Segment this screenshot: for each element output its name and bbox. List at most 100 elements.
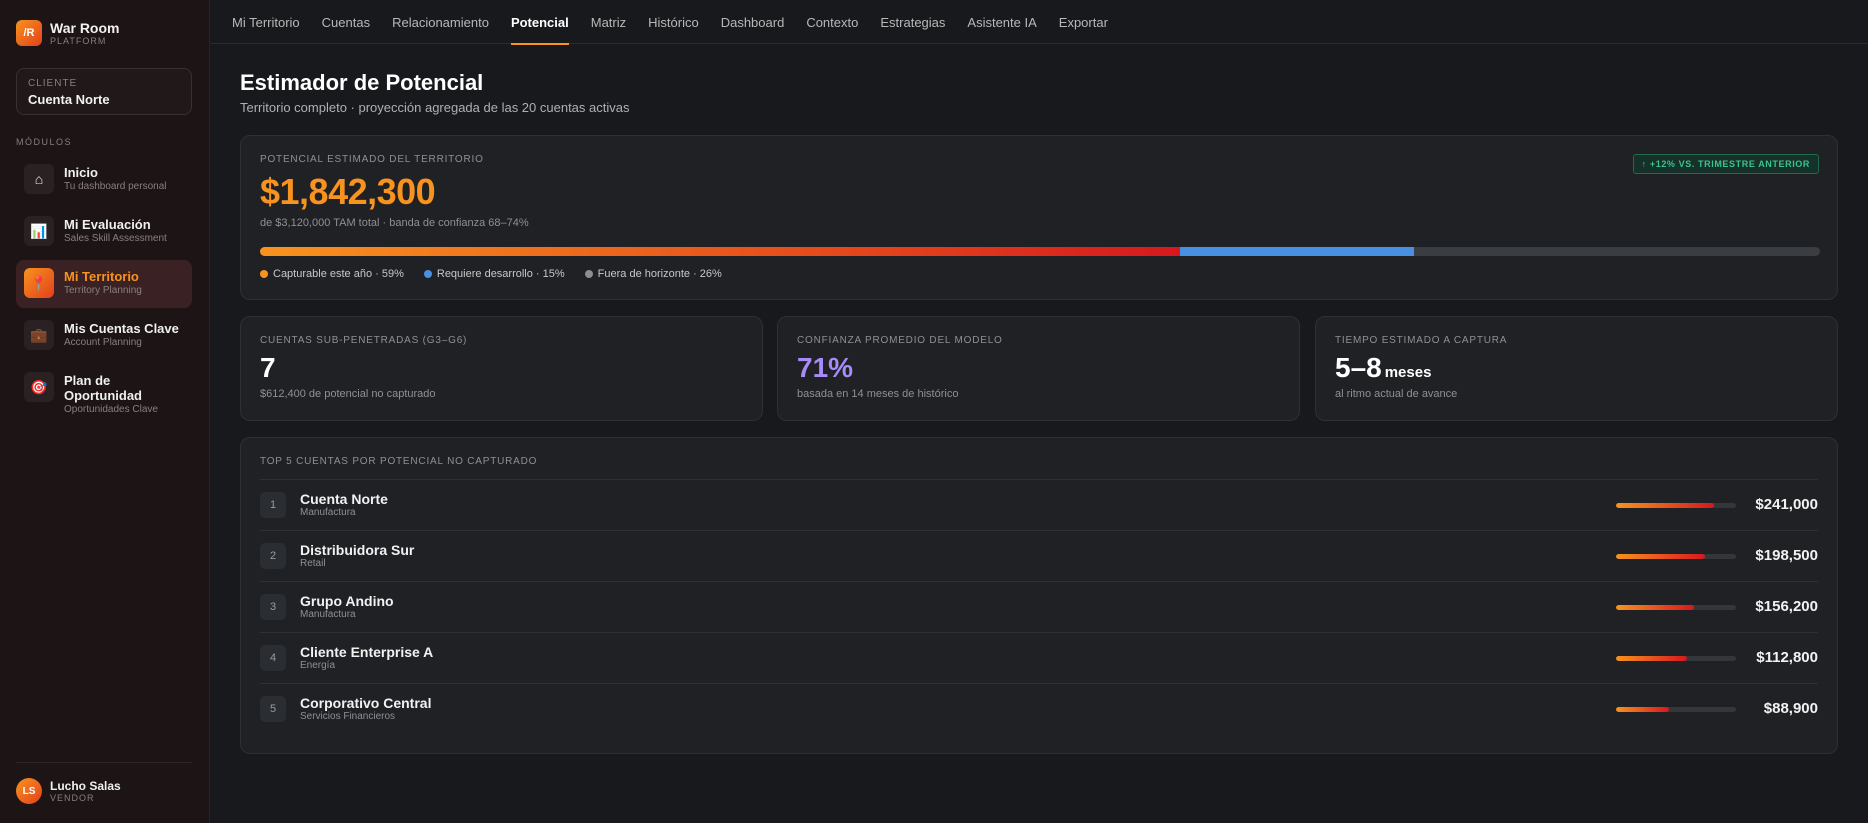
client-label: CLIENTE <box>28 78 78 89</box>
sidebar-item-sub: Account Planning <box>64 337 142 348</box>
legend-label: Fuera de horizonte · 26% <box>597 268 722 280</box>
briefcase-icon: 💼 <box>24 320 54 350</box>
kpi-confidence-card: CONFIANZA PROMEDIO DEL MODELO 71% basada… <box>777 316 1300 421</box>
sidebar-item-sub: Sales Skill Assessment <box>64 233 167 244</box>
account-industry: Energía <box>300 660 336 671</box>
top-accounts-card: TOP 5 CUENTAS POR POTENCIAL NO CAPTURADO… <box>240 437 1838 754</box>
list-item[interactable]: 1 Cuenta Norte Manufactura $241,000 <box>260 479 1818 530</box>
potential-bar-fill <box>1616 554 1705 559</box>
card-label: CONFIANZA PROMEDIO DEL MODELO <box>797 335 1003 346</box>
rank-badge: 5 <box>260 696 286 722</box>
bar-legend: Capturable este año · 59% Requiere desar… <box>260 268 742 280</box>
card-label: TOP 5 CUENTAS POR POTENCIAL NO CAPTURADO <box>260 456 538 467</box>
legend-item: Requiere desarrollo · 15% <box>423 268 565 280</box>
legend-dot <box>423 270 432 278</box>
kpi-value: 5–8 <box>1335 352 1382 383</box>
legend-item: Capturable este año · 59% <box>260 268 404 280</box>
account-value: $198,500 <box>1755 547 1818 564</box>
tab-dashboard[interactable]: Dashboard <box>721 0 785 44</box>
sidebar: /R War Room PLATFORM CLIENTE Cuenta Nort… <box>0 0 210 823</box>
tab-historico[interactable]: Histórico <box>648 0 699 44</box>
account-value: $112,800 <box>1756 649 1818 666</box>
sidebar-item-inicio[interactable]: ⌂ Inicio Tu dashboard personal <box>16 156 192 204</box>
account-name: Cliente Enterprise A <box>300 644 434 660</box>
bar-segment-capturable <box>260 247 1181 256</box>
pin-icon: 📍 <box>24 268 54 298</box>
brand-logo-icon: /R <box>16 20 42 46</box>
legend-label: Requiere desarrollo · 15% <box>436 268 565 280</box>
potential-description: de $3,120,000 TAM total · banda de confi… <box>260 217 529 229</box>
tab-relacionamiento[interactable]: Relacionamiento <box>392 0 489 44</box>
modules-label: MÓDULOS <box>16 137 73 147</box>
account-industry: Retail <box>300 558 326 569</box>
list-item[interactable]: 5 Corporativo Central Servicios Financie… <box>260 683 1818 734</box>
sidebar-item-sub: Territory Planning <box>64 285 142 296</box>
legend-item: Fuera de horizonte · 26% <box>584 268 722 280</box>
divider <box>16 762 192 763</box>
account-name: Corporativo Central <box>300 695 432 711</box>
tab-contexto[interactable]: Contexto <box>806 0 858 44</box>
potential-bar <box>1616 503 1736 508</box>
kpi-description: $612,400 de potencial no capturado <box>260 388 436 400</box>
kpi-value: 7 <box>260 352 276 383</box>
legend-dot <box>584 270 593 278</box>
sidebar-item-title: Mi Evaluación <box>64 217 151 232</box>
kpi-value: 71% <box>797 352 854 383</box>
page-title: Estimador de Potencial <box>240 70 484 95</box>
tab-asistente-ia[interactable]: Asistente IA <box>967 0 1036 44</box>
tab-exportar[interactable]: Exportar <box>1059 0 1108 44</box>
tab-matriz[interactable]: Matriz <box>591 0 626 44</box>
brand-name: War Room <box>50 19 120 36</box>
sidebar-item-territorio[interactable]: 📍 Mi Territorio Territory Planning <box>16 260 192 308</box>
rank-badge: 4 <box>260 645 286 671</box>
tab-potencial[interactable]: Potencial <box>510 0 569 45</box>
account-industry: Manufactura <box>300 507 356 518</box>
sidebar-item-title: Plan de Oportunidad <box>64 373 142 403</box>
legend-label: Capturable este año · 59% <box>273 268 404 280</box>
list-item[interactable]: 3 Grupo Andino Manufactura $156,200 <box>260 581 1818 632</box>
tab-cuentas[interactable]: Cuentas <box>322 0 370 44</box>
account-value: $88,900 <box>1763 700 1818 717</box>
potential-stacked-bar <box>260 247 1820 256</box>
sidebar-item-title: Mi Territorio <box>64 269 139 284</box>
list-item[interactable]: 4 Cliente Enterprise A Energía $112,800 <box>260 632 1818 683</box>
tab-estrategias[interactable]: Estrategias <box>880 0 945 44</box>
sidebar-item-title: Mis Cuentas Clave <box>64 321 179 336</box>
sidebar-item-sub: Oportunidades Clave <box>64 404 158 415</box>
sidebar-item-cuentas-clave[interactable]: 💼 Mis Cuentas Clave Account Planning <box>16 312 192 360</box>
avatar: LS <box>16 778 42 804</box>
tab-mi-territorio[interactable]: Mi Territorio <box>232 0 300 44</box>
sidebar-item-evaluacion[interactable]: 📊 Mi Evaluación Sales Skill Assessment <box>16 208 192 256</box>
bar-segment-desarrollo <box>1180 247 1415 256</box>
user-role: VENDOR <box>50 792 95 803</box>
client-selector[interactable]: CLIENTE Cuenta Norte <box>16 68 192 115</box>
page-subtitle: Territorio completo · proyección agregad… <box>240 100 630 115</box>
account-name: Cuenta Norte <box>300 491 388 507</box>
card-label: POTENCIAL ESTIMADO DEL TERRITORIO <box>260 154 484 165</box>
user-profile[interactable]: LS Lucho Salas VENDOR <box>16 778 121 804</box>
potential-bar-fill <box>1616 503 1715 508</box>
card-label: TIEMPO ESTIMADO A CAPTURA <box>1335 335 1508 346</box>
potential-bar <box>1616 656 1736 661</box>
rank-badge: 1 <box>260 492 286 518</box>
kpi-time-card: TIEMPO ESTIMADO A CAPTURA 5–8 meses al ri… <box>1315 316 1838 421</box>
sidebar-nav: ⌂ Inicio Tu dashboard personal 📊 Mi Eval… <box>16 156 192 428</box>
card-label: CUENTAS SUB-PENETRADAS (G3–G6) <box>260 335 468 346</box>
rank-badge: 2 <box>260 543 286 569</box>
account-name: Grupo Andino <box>300 593 394 609</box>
sidebar-item-sub: Tu dashboard personal <box>64 181 167 192</box>
potential-bar <box>1616 707 1736 712</box>
potential-bar <box>1616 605 1736 610</box>
top-tabs: Mi Territorio Cuentas Relacionamiento Po… <box>211 0 1868 45</box>
account-value: $156,200 <box>1755 598 1818 615</box>
kpi-value-wrap: 5–8 meses <box>1335 352 1818 384</box>
client-name: Cuenta Norte <box>28 92 110 107</box>
trend-badge: ↑ +12% VS. TRIMESTRE ANTERIOR <box>1632 154 1819 174</box>
list-item[interactable]: 2 Distribuidora Sur Retail $198,500 <box>260 530 1818 581</box>
target-icon: 🎯 <box>24 372 54 402</box>
sidebar-item-plan-oportunidad[interactable]: 🎯 Plan de Oportunidad Oportunidades Clav… <box>16 364 192 424</box>
brand[interactable]: /R War Room PLATFORM <box>16 20 119 46</box>
potential-bar-fill <box>1616 605 1694 610</box>
potential-bar-fill <box>1616 707 1669 712</box>
brand-sub: PLATFORM <box>50 35 107 46</box>
